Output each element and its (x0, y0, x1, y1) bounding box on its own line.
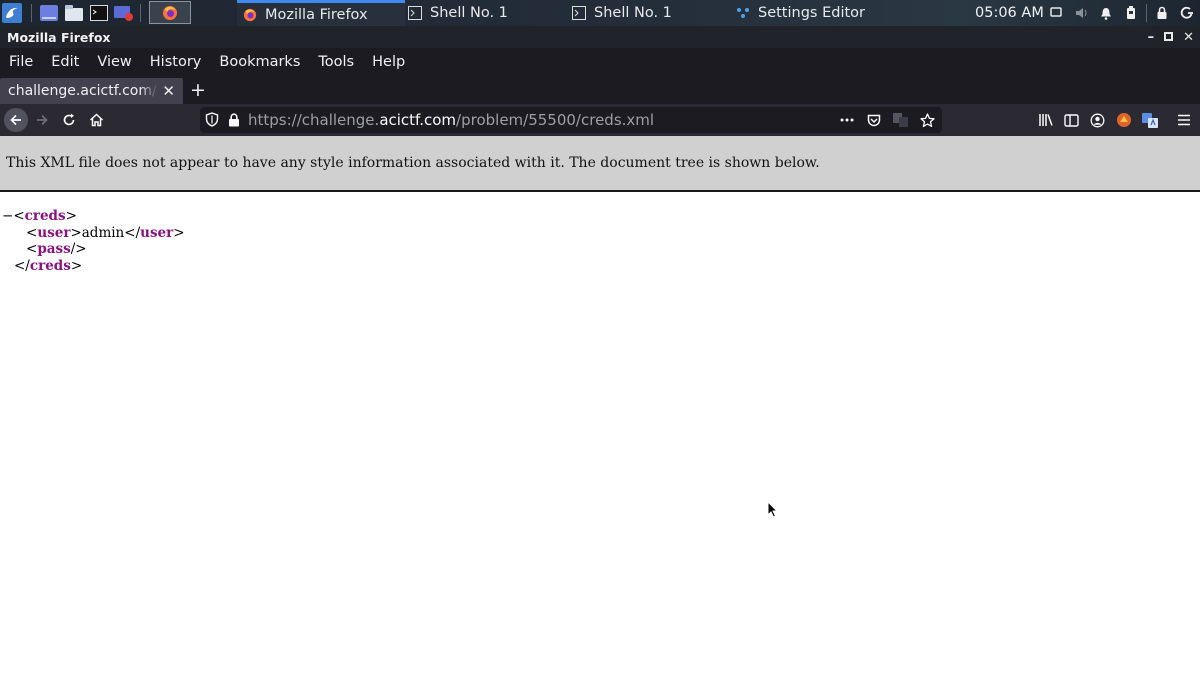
xml-tag-creds: creds (24, 208, 66, 224)
xml-tag-creds-close: creds (29, 257, 71, 274)
xml-tag-user-close: user (140, 224, 174, 241)
terminal-icon (408, 6, 422, 20)
maximize-icon[interactable] (1164, 30, 1174, 45)
task-firefox[interactable]: Mozilla Firefox (237, 0, 405, 26)
page-actions-icon[interactable] (838, 112, 855, 129)
back-button[interactable] (4, 108, 28, 132)
task-shell-1[interactable]: Shell No. 1 (402, 0, 514, 26)
terminal-launcher-icon[interactable] (88, 0, 110, 26)
tracking-protection-shield-icon[interactable] (205, 112, 219, 131)
task-label: Shell No. 1 (594, 5, 672, 21)
menu-history[interactable]: History (150, 54, 202, 70)
arrow-right-icon (37, 114, 48, 126)
notification-bell-icon[interactable] (1100, 0, 1112, 26)
translate-icon[interactable] (892, 112, 909, 129)
menu-bar: File Edit View History Bookmarks Tools H… (0, 48, 1200, 76)
xml-document-tree: −<creds> <user>admin</user> <pass/> </cr… (2, 208, 185, 274)
translator-extension-icon[interactable] (1141, 112, 1158, 129)
extension-icon[interactable] (1115, 112, 1132, 129)
settings-icon (737, 8, 749, 18)
task-label: Settings Editor (758, 5, 865, 21)
task-label: Shell No. 1 (430, 5, 508, 21)
firefox-icon (243, 8, 257, 21)
lock-screen-icon[interactable] (1156, 0, 1168, 26)
url-domain: acictf.com (379, 111, 457, 129)
battery-icon[interactable] (1125, 0, 1137, 26)
home-icon (89, 113, 103, 127)
firefox-icon (163, 5, 177, 20)
volume-icon[interactable] (1075, 0, 1089, 26)
tab-close-icon[interactable]: ✕ (162, 82, 175, 100)
task-settings-editor[interactable]: Settings Editor (730, 0, 871, 26)
menu-edit[interactable]: Edit (51, 54, 79, 70)
kali-menu-icon[interactable] (1, 0, 23, 26)
task-label: Mozilla Firefox (265, 6, 368, 23)
menu-view[interactable]: View (97, 54, 131, 70)
tab-strip: challenge.acictf.com/problem/55500/creds… (0, 76, 1200, 104)
hamburger-menu-icon[interactable] (1175, 112, 1192, 129)
home-button[interactable] (84, 108, 108, 132)
reload-button[interactable] (57, 108, 81, 132)
collapse-toggle[interactable]: − (2, 208, 13, 224)
lock-icon[interactable] (228, 112, 240, 131)
clock[interactable]: 05:06 AM (975, 0, 1044, 26)
xml-line-user: <user>admin</user> (26, 224, 185, 241)
pocket-icon[interactable] (865, 112, 882, 129)
minimize-icon[interactable]: – (1148, 30, 1155, 45)
tab-title: challenge.acictf.com/problem/55500/creds… (8, 83, 158, 99)
menu-bookmarks[interactable]: Bookmarks (219, 54, 300, 70)
library-icon[interactable] (1037, 112, 1054, 129)
new-tab-icon[interactable]: + (190, 79, 206, 101)
url-text[interactable]: https://challenge.acictf.com/problem/555… (248, 111, 654, 129)
display-icon[interactable] (1050, 0, 1062, 26)
task-shell-2[interactable]: Shell No. 1 (566, 0, 678, 26)
xml-user-value: admin (81, 224, 125, 241)
url-bar[interactable]: https://challenge.acictf.com/problem/555… (200, 107, 942, 133)
close-icon[interactable]: ✕ (1183, 30, 1194, 45)
xml-tag-pass: pass (37, 241, 71, 257)
mouse-cursor-icon (767, 500, 779, 522)
firefox-launcher-button[interactable] (149, 1, 191, 24)
url-path: /problem/55500/creds.xml (456, 111, 655, 129)
sidebar-icon[interactable] (1063, 112, 1080, 129)
logout-icon[interactable] (1180, 0, 1194, 26)
screen-recorder-icon[interactable] (113, 0, 135, 26)
window-title: Mozilla Firefox (7, 29, 111, 45)
xml-tag-user: user (37, 224, 71, 241)
tab-creds-xml[interactable]: challenge.acictf.com/problem/55500/creds… (0, 78, 183, 104)
forward-button[interactable] (30, 108, 54, 132)
menu-help[interactable]: Help (372, 54, 405, 70)
xml-info-banner: This XML file does not appear to have an… (0, 136, 1200, 192)
bookmark-star-icon[interactable] (919, 112, 936, 129)
terminal-icon (572, 6, 586, 20)
window-titlebar[interactable]: Mozilla Firefox – ✕ (0, 26, 1200, 48)
xml-info-text: This XML file does not appear to have an… (6, 155, 820, 171)
xml-line-pass: <pass/> (26, 241, 87, 257)
navigation-toolbar: https://challenge.acictf.com/problem/555… (0, 104, 1200, 136)
xml-line-creds-close: </creds> (14, 257, 83, 274)
menu-file[interactable]: File (9, 54, 33, 70)
xml-line-creds-open: −<creds> (2, 208, 77, 224)
show-desktop-icon[interactable] (38, 0, 60, 26)
reload-icon (63, 113, 75, 126)
system-taskbar: Mozilla Firefox Shell No. 1 Shell No. 1 … (0, 0, 1200, 26)
url-prefix: https://challenge. (248, 111, 380, 129)
file-manager-icon[interactable] (63, 0, 85, 26)
menu-tools[interactable]: Tools (318, 54, 354, 70)
account-icon[interactable] (1089, 112, 1106, 129)
arrow-left-icon (10, 114, 21, 126)
